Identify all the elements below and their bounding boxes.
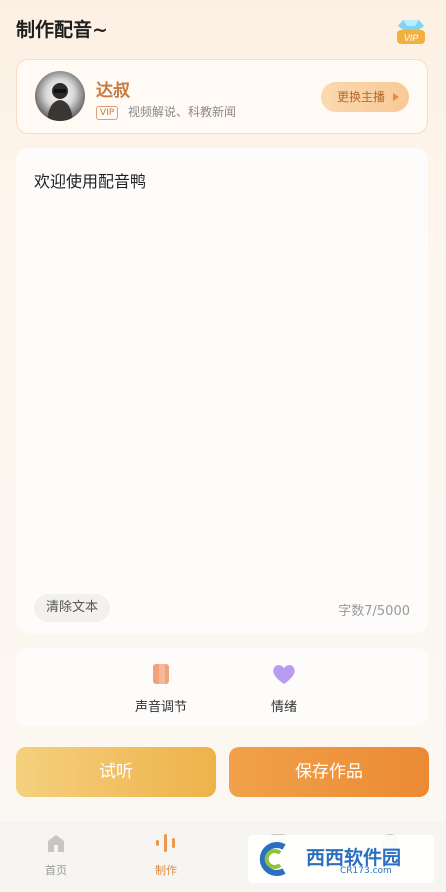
listen-button[interactable]: 试听 xyxy=(16,747,216,797)
save-work-button[interactable]: 保存作品 xyxy=(229,747,429,797)
anchor-description: 视频解说、科教新闻 xyxy=(128,105,237,119)
tab-make-label: 制作 xyxy=(155,864,177,877)
anchor-name: 达叔 xyxy=(96,81,130,101)
heart-icon xyxy=(273,665,295,684)
emotion-button[interactable]: 情绪 xyxy=(244,662,324,715)
editor-text[interactable]: 欢迎使用配音鸭 xyxy=(34,168,146,192)
diamond-vip-icon[interactable]: VIP xyxy=(394,12,428,46)
switch-anchor-button[interactable]: 更换主播 xyxy=(321,82,409,112)
tab-home-label: 首页 xyxy=(45,864,67,877)
play-arrow-icon xyxy=(393,93,399,101)
page-title: 制作配音~ xyxy=(16,19,108,41)
watermark-subtext: CR173.com xyxy=(340,866,392,876)
avatar xyxy=(35,71,85,121)
voice-adjust-button[interactable]: 声音调节 xyxy=(121,662,201,715)
switch-anchor-label: 更换主播 xyxy=(336,90,385,104)
watermark-logo-icon xyxy=(259,842,286,876)
voice-adjust-label: 声音调节 xyxy=(134,700,187,715)
waveform-icon xyxy=(156,834,175,852)
home-icon xyxy=(48,835,64,852)
text-editor[interactable]: 欢迎使用配音鸭 清除文本 字数7/5000 xyxy=(16,148,428,633)
vip-badge: VIP xyxy=(96,106,119,120)
tools-panel: 声音调节 情绪 xyxy=(16,648,428,726)
clear-text-button[interactable]: 清除文本 xyxy=(34,594,110,622)
voice-adjust-icon xyxy=(153,664,169,684)
tab-home[interactable]: 首页 xyxy=(26,832,86,878)
svg-text:VIP: VIP xyxy=(404,33,419,43)
anchor-card[interactable]: 达叔 VIP 视频解说、科教新闻 更换主播 xyxy=(16,59,428,134)
emotion-label: 情绪 xyxy=(270,700,297,715)
tab-make[interactable]: 制作 xyxy=(136,832,196,878)
char-count: 字数7/5000 xyxy=(338,604,410,619)
watermark: 西西软件园 CR173.com xyxy=(248,835,434,883)
header: 制作配音~ VIP xyxy=(16,14,430,46)
